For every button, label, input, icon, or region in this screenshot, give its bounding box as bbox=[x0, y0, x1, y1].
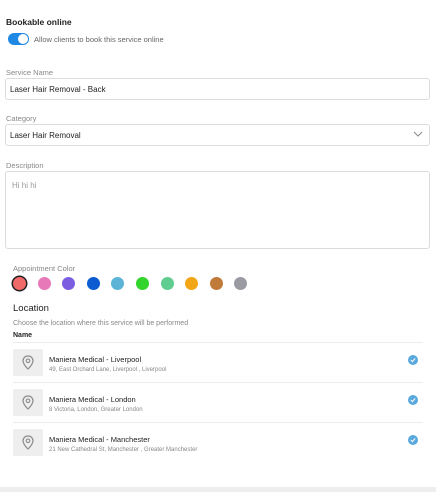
description-label: Description bbox=[6, 161, 44, 170]
color-swatch[interactable] bbox=[209, 277, 223, 290]
color-swatch[interactable] bbox=[62, 277, 76, 290]
color-swatch[interactable] bbox=[136, 277, 149, 290]
bookable-toggle[interactable] bbox=[8, 33, 29, 45]
location-row[interactable]: Maniera Medical - Manchester 21 New Cath… bbox=[13, 422, 423, 462]
service-name-label: Service Name bbox=[6, 68, 54, 77]
location-name: Maniera Medical - Liverpool bbox=[49, 355, 142, 364]
location-title: Location bbox=[13, 303, 49, 314]
category-select[interactable]: Laser Hair Removal bbox=[5, 124, 430, 146]
color-swatch[interactable] bbox=[160, 277, 174, 290]
category-value: Laser Hair Removal bbox=[10, 131, 81, 140]
map-pin-icon bbox=[22, 355, 34, 370]
location-name: Maniera Medical - London bbox=[49, 395, 136, 404]
bookable-toggle-label: Allow clients to book this service onlin… bbox=[34, 34, 164, 44]
location-thumbnail bbox=[13, 429, 43, 456]
bookable-toggle-row: Allow clients to book this service onlin… bbox=[8, 33, 164, 45]
location-thumbnail bbox=[13, 389, 43, 416]
location-address: 8 Victoria, London, Greater London bbox=[49, 407, 143, 413]
chevron-down-icon bbox=[413, 131, 423, 137]
location-name-header: Name bbox=[13, 332, 33, 339]
service-name-value: Laser Hair Removal - Back bbox=[10, 85, 106, 94]
service-name-input[interactable]: Laser Hair Removal - Back bbox=[5, 78, 430, 100]
color-swatch[interactable] bbox=[185, 277, 199, 290]
color-swatch[interactable] bbox=[37, 277, 51, 290]
appointment-color-label: Appointment Color bbox=[13, 264, 76, 273]
color-swatch[interactable] bbox=[111, 277, 125, 290]
description-value: Hi hi hi bbox=[12, 181, 37, 190]
location-subtitle: Choose the location where this service w… bbox=[13, 320, 189, 327]
check-circle-icon[interactable] bbox=[408, 435, 418, 445]
check-circle-icon[interactable] bbox=[408, 355, 418, 365]
location-address: 49, East Orchard Lane, Liverpool , Liver… bbox=[49, 367, 167, 373]
color-swatch[interactable] bbox=[86, 277, 100, 290]
description-textarea[interactable]: Hi hi hi bbox=[5, 171, 430, 249]
check-circle-icon[interactable] bbox=[408, 395, 418, 405]
location-row[interactable]: Maniera Medical - London 8 Victoria, Lon… bbox=[13, 382, 423, 422]
location-thumbnail bbox=[13, 349, 43, 376]
bookable-online-title: Bookable online bbox=[6, 17, 72, 27]
map-pin-icon bbox=[22, 395, 34, 410]
map-pin-icon bbox=[22, 435, 34, 450]
color-swatch[interactable] bbox=[13, 277, 26, 290]
location-address: 21 New Cathedral St, Manchester , Greate… bbox=[49, 447, 198, 453]
location-name: Maniera Medical - Manchester bbox=[49, 435, 150, 444]
bottom-bar bbox=[0, 487, 436, 492]
location-row[interactable]: Maniera Medical - Liverpool 49, East Orc… bbox=[13, 342, 423, 382]
category-label: Category bbox=[6, 114, 37, 123]
color-swatch[interactable] bbox=[234, 277, 248, 290]
